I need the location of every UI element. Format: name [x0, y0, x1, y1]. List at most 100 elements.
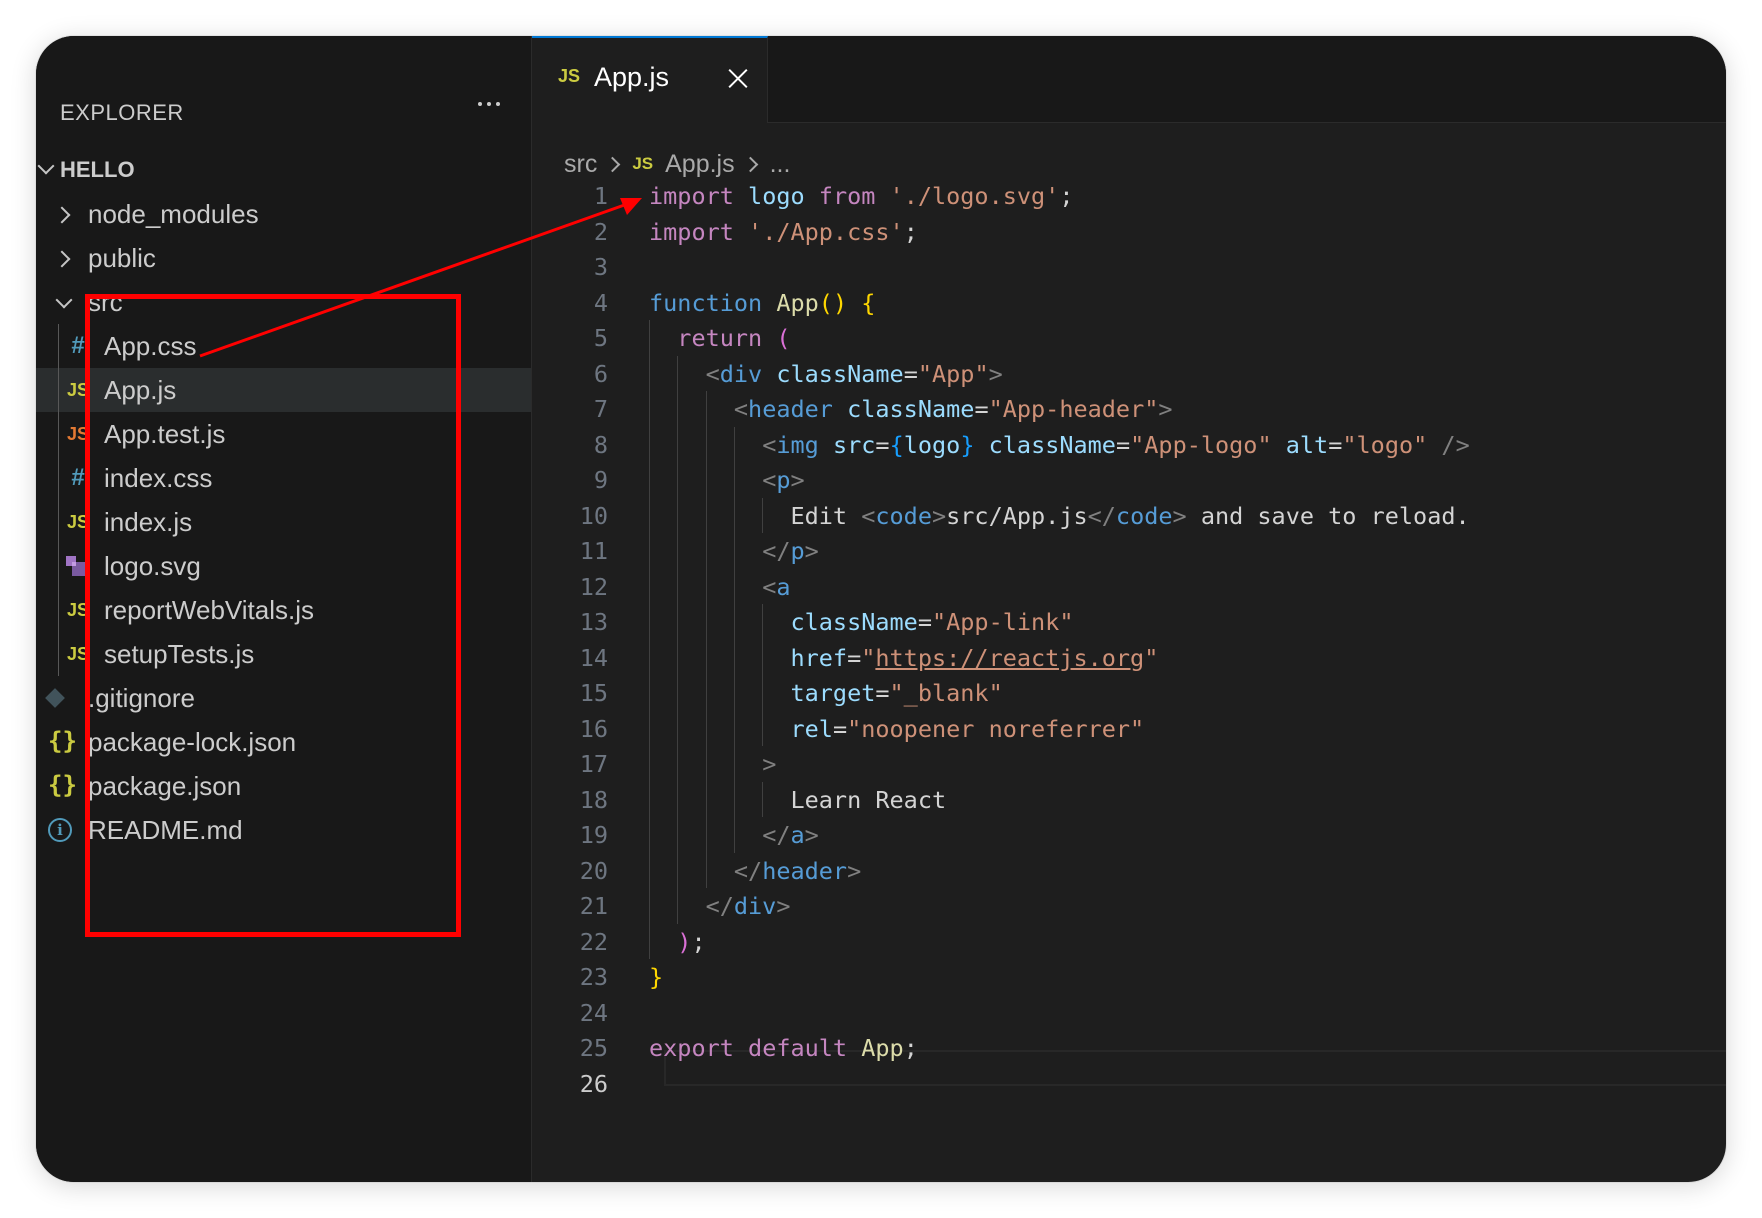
- indent-guide: [733, 426, 735, 853]
- breadcrumb-item-src[interactable]: src: [564, 150, 597, 179]
- code-token: ": [1144, 643, 1159, 672]
- code-token: "App-header": [988, 395, 1159, 423]
- code-token: "App-logo": [1130, 430, 1272, 459]
- code-line[interactable]: 16 rel="noopener noreferrer": [532, 711, 1726, 747]
- code-token: "App-link": [931, 608, 1074, 636]
- code-line[interactable]: 23}: [532, 959, 1726, 995]
- code-token: from: [818, 182, 876, 210]
- tab-app-js[interactable]: JS App.js: [532, 36, 768, 123]
- tab-label: App.js: [594, 62, 670, 92]
- js-file-icon: JS: [632, 154, 654, 173]
- code-line[interactable]: 21 </div>: [532, 888, 1726, 924]
- tab-bar: JS App.js: [532, 36, 1726, 123]
- code-token: logo: [903, 430, 961, 459]
- code-line[interactable]: 15 target="_blank": [532, 675, 1726, 711]
- code-line[interactable]: 9 <p>: [532, 462, 1726, 498]
- code-token: "App": [917, 359, 989, 388]
- code-line[interactable]: 10 Edit <code>src/App.js</code> and save…: [532, 498, 1726, 534]
- tree-item-label: node_modules: [88, 199, 259, 229]
- code-line[interactable]: 2 import './App.css';: [532, 214, 1726, 250]
- code-line[interactable]: 20 </header>: [532, 853, 1726, 889]
- line-number: 2: [593, 217, 608, 246]
- code-text: export default App;: [649, 1030, 918, 1066]
- code-token: <: [733, 395, 749, 423]
- line-number: 26: [579, 1069, 608, 1098]
- code-line[interactable]: 6 <div className="App">: [532, 356, 1726, 392]
- code-line[interactable]: 19 </a>: [532, 817, 1726, 853]
- code-line[interactable]: 14 href="https://reactjs.org": [532, 640, 1726, 676]
- code-token: </: [733, 856, 763, 885]
- close-icon[interactable]: [728, 68, 748, 88]
- code-line[interactable]: 13 className="App-link": [532, 604, 1726, 640]
- code-token: code: [875, 501, 932, 530]
- code-token: =: [974, 395, 989, 423]
- code-token: ;: [1059, 182, 1074, 210]
- code-text: <header className="App-header">: [649, 391, 1173, 427]
- json-file-icon: {}: [48, 727, 77, 755]
- line-number: 1: [593, 182, 608, 210]
- line-number: 9: [593, 466, 608, 494]
- code-token: {: [861, 288, 876, 317]
- code-line[interactable]: 22 );: [532, 924, 1726, 960]
- breadcrumb-item-file[interactable]: App.js: [665, 150, 734, 179]
- code-token: href: [790, 643, 848, 672]
- code-token: >: [1158, 395, 1173, 423]
- code-token: img: [776, 430, 819, 459]
- tree-indent-guide: [58, 324, 59, 676]
- line-number: 16: [579, 714, 608, 743]
- line-number: 12: [579, 572, 608, 601]
- ellipsis-icon[interactable]: [469, 88, 509, 120]
- code-token: <: [762, 572, 777, 601]
- code-token: function: [649, 288, 763, 317]
- code-token: ;: [903, 1034, 918, 1062]
- code-token: code: [1115, 501, 1173, 530]
- breadcrumb-item-symbols[interactable]: ...: [770, 150, 791, 179]
- code-line[interactable]: 3: [532, 249, 1726, 285]
- code-token: https://reactjs.org: [875, 643, 1145, 672]
- code-token: </: [762, 537, 791, 565]
- code-line[interactable]: 1 import logo from './logo.svg';: [532, 178, 1726, 214]
- tree-root-folder[interactable]: HELLO: [36, 148, 531, 192]
- code-line[interactable]: 4 function App() {: [532, 285, 1726, 321]
- tree-root-label: HELLO: [60, 157, 135, 182]
- code-line[interactable]: 26: [532, 1066, 1726, 1102]
- indent-guide: [705, 391, 707, 888]
- code-token: className: [988, 430, 1116, 459]
- code-token: Edit: [649, 501, 862, 530]
- code-line[interactable]: 8 <img src={logo} className="App-logo" a…: [532, 427, 1726, 463]
- code-token: >: [790, 466, 805, 494]
- code-token: ;: [691, 927, 706, 956]
- js-file-icon: JS: [558, 66, 581, 86]
- code-line[interactable]: 12 <a: [532, 569, 1726, 605]
- code-line[interactable]: 24: [532, 995, 1726, 1031]
- code-line[interactable]: 5 return (: [532, 320, 1726, 356]
- code-text: Learn React: [649, 782, 946, 818]
- code-text: </header>: [649, 853, 861, 889]
- code-text: className="App-link": [649, 604, 1073, 640]
- code-token: "_blank": [889, 679, 1003, 707]
- code-token: =: [832, 714, 848, 743]
- code-token: "noopener noreferrer": [847, 714, 1145, 743]
- git-icon: [45, 688, 65, 708]
- code-token: src: [832, 430, 876, 459]
- code-line[interactable]: 7 <header className="App-header">: [532, 391, 1726, 427]
- line-number: 24: [579, 998, 608, 1027]
- code-token: {: [889, 430, 904, 459]
- code-token: ": [861, 643, 876, 672]
- code-token: >: [776, 892, 791, 920]
- code-line[interactable]: 18 Learn React: [532, 782, 1726, 818]
- code-token: './logo.svg': [889, 182, 1060, 210]
- code-token: a: [790, 821, 805, 849]
- code-line[interactable]: 11 </p>: [532, 533, 1726, 569]
- code-line[interactable]: 17 >: [532, 746, 1726, 782]
- code-line[interactable]: 25 export default App;: [532, 1030, 1726, 1066]
- tree-folder-public[interactable]: public: [36, 236, 531, 280]
- tree-folder-node-modules[interactable]: node_modules: [36, 192, 531, 236]
